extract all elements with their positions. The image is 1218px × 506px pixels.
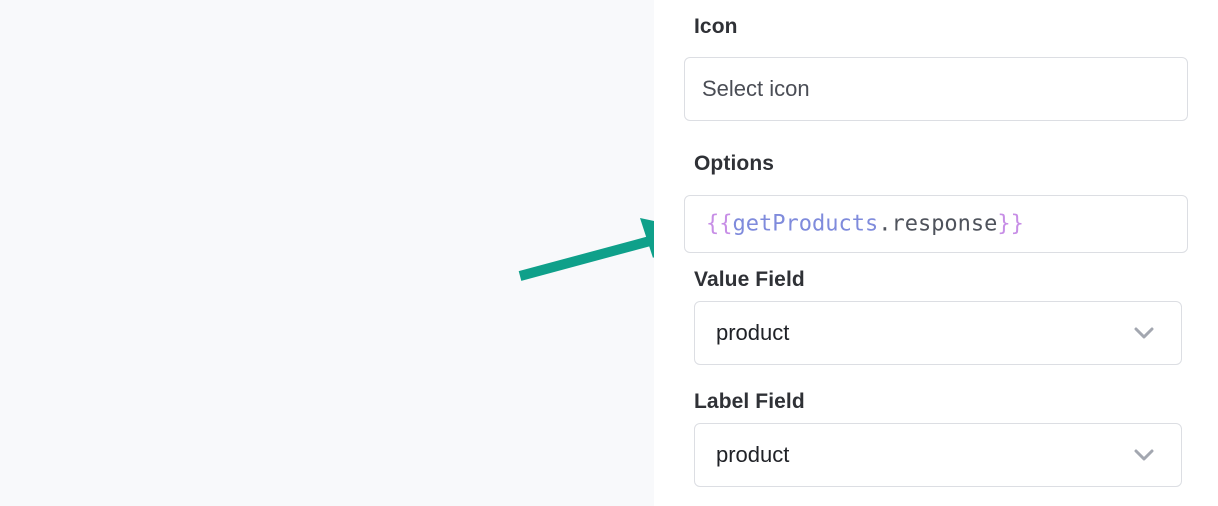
icon-label: Icon xyxy=(694,15,738,38)
code-identifier: getProducts xyxy=(732,211,879,237)
code-open-brace: {{ xyxy=(706,211,733,237)
chevron-down-icon xyxy=(1134,449,1154,461)
icon-select-placeholder: Select icon xyxy=(702,76,810,101)
value-field-select[interactable]: product xyxy=(694,301,1182,365)
options-label: Options xyxy=(694,152,775,175)
options-code-input[interactable]: {{getProducts.response}} xyxy=(684,195,1188,253)
label-field-selected: product xyxy=(716,442,790,467)
options-code-value: {{getProducts.response}} xyxy=(706,212,1024,237)
icon-select[interactable]: Select icon xyxy=(684,57,1188,121)
label-field-select[interactable]: product xyxy=(694,423,1182,487)
value-field-selected: product xyxy=(716,320,790,345)
properties-panel: Icon Select icon Options {{getProducts.r… xyxy=(654,0,1218,506)
code-property: response xyxy=(891,211,998,237)
code-dot: . xyxy=(878,211,892,237)
label-field-label: Label Field xyxy=(694,390,805,413)
code-close-brace: }} xyxy=(997,211,1024,237)
chevron-down-icon xyxy=(1134,327,1154,339)
value-field-label: Value Field xyxy=(694,268,805,291)
